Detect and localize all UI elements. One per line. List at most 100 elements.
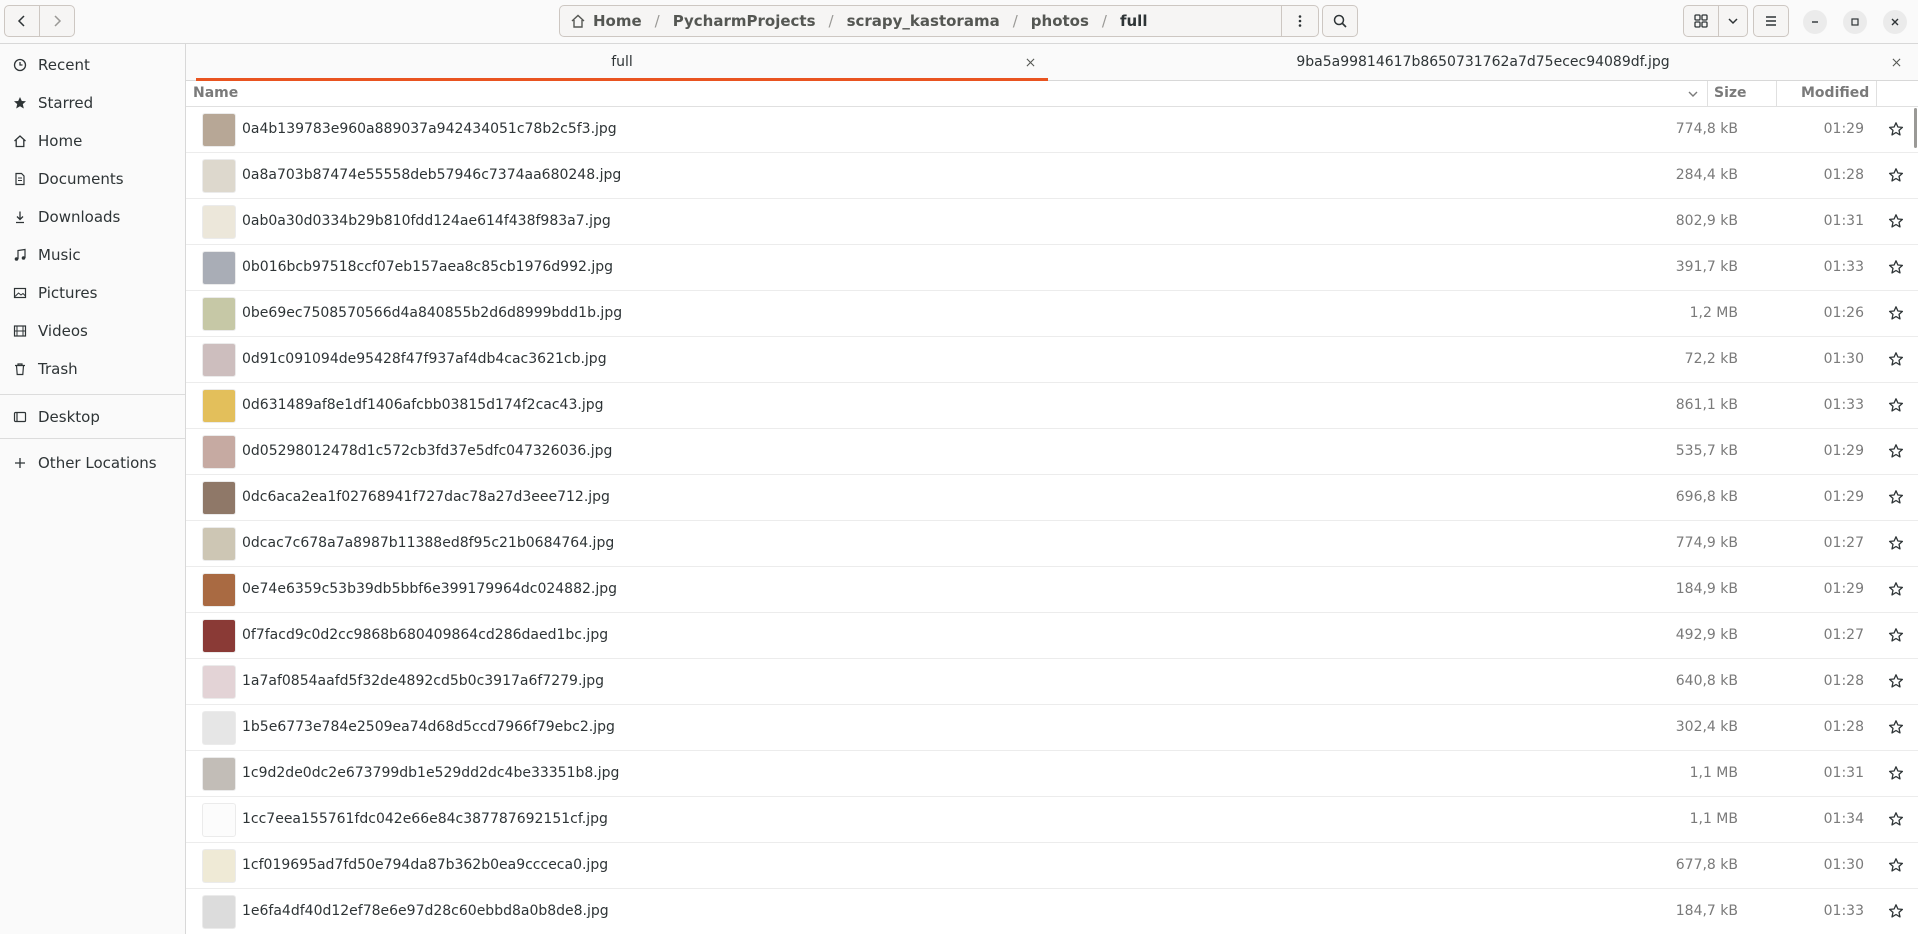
breadcrumb-full[interactable]: full [1120,12,1148,30]
sidebar-item-pictures[interactable]: Pictures [0,275,185,311]
file-row[interactable]: 0be69ec7508570566d4a840855b2d6d8999bdd1b… [186,291,1918,337]
star-toggle-icon[interactable] [1888,259,1904,275]
chevron-right-icon [54,15,62,27]
star-toggle-icon[interactable] [1888,351,1904,367]
tab-close-button[interactable] [1022,54,1038,70]
sort-chevron-down-icon[interactable] [1687,88,1699,100]
star-toggle-icon[interactable] [1888,627,1904,643]
file-row[interactable]: 0a8a703b87474e55558deb57946c7374aa680248… [186,153,1918,199]
star-toggle-icon[interactable] [1888,489,1904,505]
close-icon [1892,58,1900,66]
grid-view-button[interactable] [1683,5,1719,37]
scrollbar[interactable] [1914,108,1917,148]
file-modified: 01:27 [1823,535,1864,551]
sidebar-item-music[interactable]: Music [0,237,185,273]
star-toggle-icon[interactable] [1888,167,1904,183]
desktop-icon [12,409,28,425]
forward-button[interactable] [39,5,75,37]
star-toggle-icon[interactable] [1888,443,1904,459]
sidebar-item-home[interactable]: Home [0,123,185,159]
hamburger-menu-icon [1766,16,1776,26]
tab-image-file[interactable]: 9ba5a99814617b8650731762a7d75ecec94089df… [1048,44,1918,80]
file-row[interactable]: 0f7facd9c0d2cc9868b680409864cd286daed1bc… [186,613,1918,659]
sidebar-item-starred[interactable]: Starred [0,85,185,121]
file-row[interactable]: 0ab0a30d0334b29b810fdd124ae614f438f983a7… [186,199,1918,245]
file-thumbnail [203,252,235,284]
back-button[interactable] [4,5,40,37]
sidebar-item-label: Desktop [38,408,100,426]
file-thumbnail [203,344,235,376]
file-row[interactable]: 0d05298012478d1c572cb3fd37e5dfc047326036… [186,429,1918,475]
search-icon [1333,14,1347,28]
file-row[interactable]: 1b5e6773e784e2509ea74d68d5ccd7966f79ebc2… [186,705,1918,751]
file-size: 774,9 kB [1675,535,1738,551]
star-toggle-icon[interactable] [1888,397,1904,413]
file-row[interactable]: 0dcac7c678a7a8987b11388ed8f95c21b0684764… [186,521,1918,567]
clock-icon [12,57,28,73]
column-name[interactable]: Name [193,85,238,101]
minimize-icon [1812,21,1818,23]
file-size: 677,8 kB [1675,857,1738,873]
main-menu-button[interactable] [1753,5,1789,37]
file-name: 0b016bcb97518ccf07eb157aea8c85cb1976d992… [242,259,614,275]
file-row[interactable]: 0b016bcb97518ccf07eb157aea8c85cb1976d992… [186,245,1918,291]
close-button[interactable] [1883,10,1907,34]
file-name: 0dcac7c678a7a8987b11388ed8f95c21b0684764… [242,535,615,551]
file-row[interactable]: 0a4b139783e960a889037a942434051c78b2c5f3… [186,107,1918,153]
sidebar-item-trash[interactable]: Trash [0,351,185,387]
file-row[interactable]: 0e74e6359c53b39db5bbf6e399179964dc024882… [186,567,1918,613]
breadcrumb-scrapy-kastorama[interactable]: scrapy_kastorama [847,12,1000,30]
file-row[interactable]: 1c9d2de0dc2e673799db1e529dd2dc4be33351b8… [186,751,1918,797]
file-size: 535,7 kB [1675,443,1738,459]
file-thumbnail [203,896,235,928]
sidebar-item-label: Downloads [38,208,121,226]
maximize-button[interactable] [1843,10,1867,34]
breadcrumb-separator: / [654,12,660,30]
sidebar-item-downloads[interactable]: Downloads [0,199,185,235]
star-toggle-icon[interactable] [1888,857,1904,873]
star-toggle-icon[interactable] [1888,581,1904,597]
home-icon [571,14,585,28]
file-row[interactable]: 1a7af0854aafd5f32de4892cd5b0c3917a6f7279… [186,659,1918,705]
star-toggle-icon[interactable] [1888,121,1904,137]
star-toggle-icon[interactable] [1888,811,1904,827]
breadcrumb-pycharmprojects[interactable]: PycharmProjects [673,12,816,30]
file-thumbnail [203,206,235,238]
file-row[interactable]: 1cf019695ad7fd50e794da87b362b0ea9ccceca0… [186,843,1918,889]
star-toggle-icon[interactable] [1888,765,1904,781]
file-row[interactable]: 0dc6aca2ea1f02768941f727dac78a27d3eee712… [186,475,1918,521]
sidebar-item-recent[interactable]: Recent [0,47,185,83]
star-toggle-icon[interactable] [1888,535,1904,551]
sidebar-item-documents[interactable]: Documents [0,161,185,197]
file-size: 72,2 kB [1684,351,1738,367]
file-thumbnail [203,114,235,146]
sidebar-item-desktop[interactable]: Desktop [0,399,185,435]
tab-full[interactable]: full [196,44,1048,81]
file-row[interactable]: 1cc7eea155761fdc042e66e84c387787692151cf… [186,797,1918,843]
file-row[interactable]: 1e6fa4df40d12ef78e6e97d28c60ebbd8a0b8de8… [186,889,1918,934]
path-menu-button[interactable] [1281,5,1318,37]
sidebar-item-videos[interactable]: Videos [0,313,185,349]
file-modified: 01:30 [1823,351,1864,367]
breadcrumb-photos[interactable]: photos [1031,12,1089,30]
file-modified: 01:26 [1823,305,1864,321]
file-modified: 01:33 [1823,397,1864,413]
file-row[interactable]: 0d91c091094de95428f47f937af4db4cac3621cb… [186,337,1918,383]
column-modified[interactable]: Modified [1801,85,1869,101]
star-toggle-icon[interactable] [1888,305,1904,321]
file-name: 1cf019695ad7fd50e794da87b362b0ea9ccceca0… [242,857,609,873]
tab-close-button[interactable] [1888,54,1904,70]
star-toggle-icon[interactable] [1888,719,1904,735]
star-toggle-icon[interactable] [1888,673,1904,689]
file-row[interactable]: 0d631489af8e1df1406afcbb03815d174f2cac43… [186,383,1918,429]
minimize-button[interactable] [1803,10,1827,34]
star-toggle-icon[interactable] [1888,903,1904,919]
breadcrumb-home[interactable]: Home [593,12,642,30]
view-options-dropdown[interactable] [1718,5,1748,37]
music-icon [12,247,28,263]
search-button[interactable] [1322,5,1358,37]
column-divider [1776,81,1777,106]
column-size[interactable]: Size [1714,85,1747,101]
sidebar-item-other-locations[interactable]: Other Locations [0,445,185,481]
star-toggle-icon[interactable] [1888,213,1904,229]
